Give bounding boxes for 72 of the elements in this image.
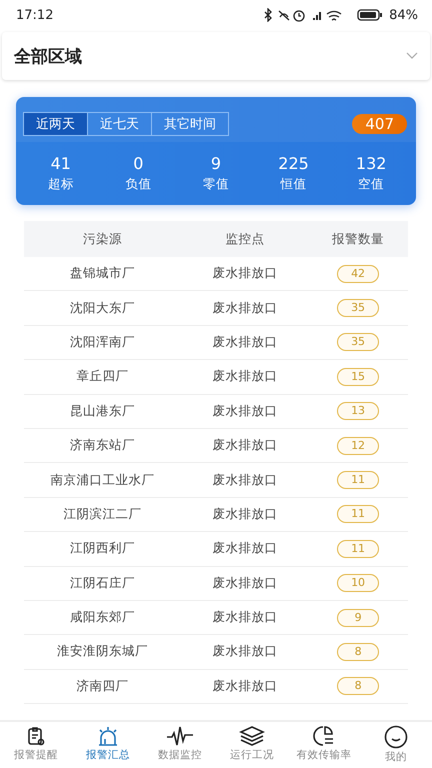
period-tab[interactable]: 近七天	[88, 113, 152, 135]
total-badge: 407	[352, 114, 407, 134]
period-tab[interactable]: 其它时间	[152, 113, 228, 135]
source-cell-text: 江阴西利厂	[69, 540, 136, 558]
stat-value: 225	[278, 154, 309, 173]
count-badge: 11	[337, 540, 380, 558]
count-badge: 35	[337, 299, 380, 318]
point-cell-text: 废水排放口	[211, 506, 278, 523]
point-cell-text: 废水排放口	[211, 437, 278, 454]
stat-label: 超标	[48, 176, 74, 193]
point-cell-text: 废水排放口	[211, 265, 278, 282]
point-cell-text: 废水排放口	[211, 300, 278, 317]
stat-value: 0	[133, 154, 144, 173]
point-cell-text: 废水排放口	[211, 368, 278, 386]
point-cell-text: 废水排放口	[211, 334, 278, 351]
count-badge: 35	[337, 333, 380, 352]
point-cell-text: 废水排放口	[211, 643, 278, 660]
stat-value: 41	[50, 154, 71, 173]
source-cell-text: 昆山港东厂	[69, 402, 136, 420]
point-cell-text: 废水排放口	[211, 472, 278, 489]
region-label: 全部区域	[14, 46, 82, 68]
source-cell-text: 江阴石庄厂	[69, 574, 136, 592]
column-header: 污染源	[82, 230, 124, 248]
count-badge: 8	[337, 677, 380, 696]
column-header: 监控点	[224, 230, 266, 248]
count-badge: 11	[337, 505, 380, 524]
source-cell-text: 济南四厂	[76, 678, 130, 695]
source-cell-text: 章丘四厂	[76, 368, 130, 386]
point-cell-text: 废水排放口	[211, 540, 278, 558]
source-cell-text: 沈阳大东厂	[69, 300, 136, 317]
stat-label: 零值	[202, 176, 229, 193]
point-cell-text: 废水排放口	[211, 609, 278, 626]
nav-tab[interactable]: 运行工况	[216, 722, 288, 768]
column-header: 报警数量	[331, 230, 386, 248]
count-badge: 11	[337, 471, 380, 490]
source-cell-text: 咸阳东郊厂	[69, 609, 136, 626]
clipboard-icon	[25, 725, 47, 747]
battery-icon	[357, 9, 384, 21]
chevron-down-icon	[406, 52, 418, 60]
count-badge: 42	[337, 264, 380, 283]
source-cell-text: 济南东站厂	[69, 437, 136, 454]
source-cell-text: 沈阳浑南厂	[69, 334, 136, 351]
count-badge: 9	[337, 608, 380, 627]
stat-value: 132	[356, 154, 386, 173]
source-cell-text: 盘锦城市厂	[69, 265, 136, 282]
point-cell-text: 废水排放口	[211, 402, 278, 420]
layers-icon	[239, 725, 265, 747]
point-cell-text: 废水排放口	[211, 678, 278, 695]
source-cell-text: 淮安淮阴东城厂	[56, 643, 150, 660]
stat-label: 负值	[125, 176, 152, 193]
nav-tab[interactable]: 报警提醒	[0, 722, 72, 768]
count-badge: 8	[337, 642, 380, 661]
count-badge: 13	[337, 402, 380, 420]
nav-tab[interactable]: 我的	[360, 722, 432, 768]
period-tab[interactable]: 近两天	[24, 113, 88, 135]
count-badge: 12	[337, 436, 380, 455]
source-cell-text: 江阴滨江二厂	[62, 506, 143, 523]
point-cell-text: 废水排放口	[211, 574, 278, 592]
stat-label: 恒值	[280, 176, 307, 193]
battery-level: 84%	[389, 8, 418, 22]
source-cell-text: 南京浦口工业水厂	[50, 472, 156, 489]
stat-value: 9	[210, 154, 222, 173]
smile-icon	[383, 725, 409, 749]
pulse-icon	[166, 725, 194, 747]
nav-tab[interactable]: 有效传输率	[288, 722, 360, 768]
count-badge: 10	[337, 574, 380, 592]
nav-tab[interactable]: 报警汇总	[72, 722, 144, 768]
nav-tab[interactable]: 数据监控	[144, 722, 216, 768]
count-badge: 15	[337, 368, 380, 386]
status-time: 17:12	[16, 8, 54, 22]
region-selector[interactable]: 全部区域	[2, 32, 430, 80]
stat-label: 空值	[358, 176, 384, 193]
